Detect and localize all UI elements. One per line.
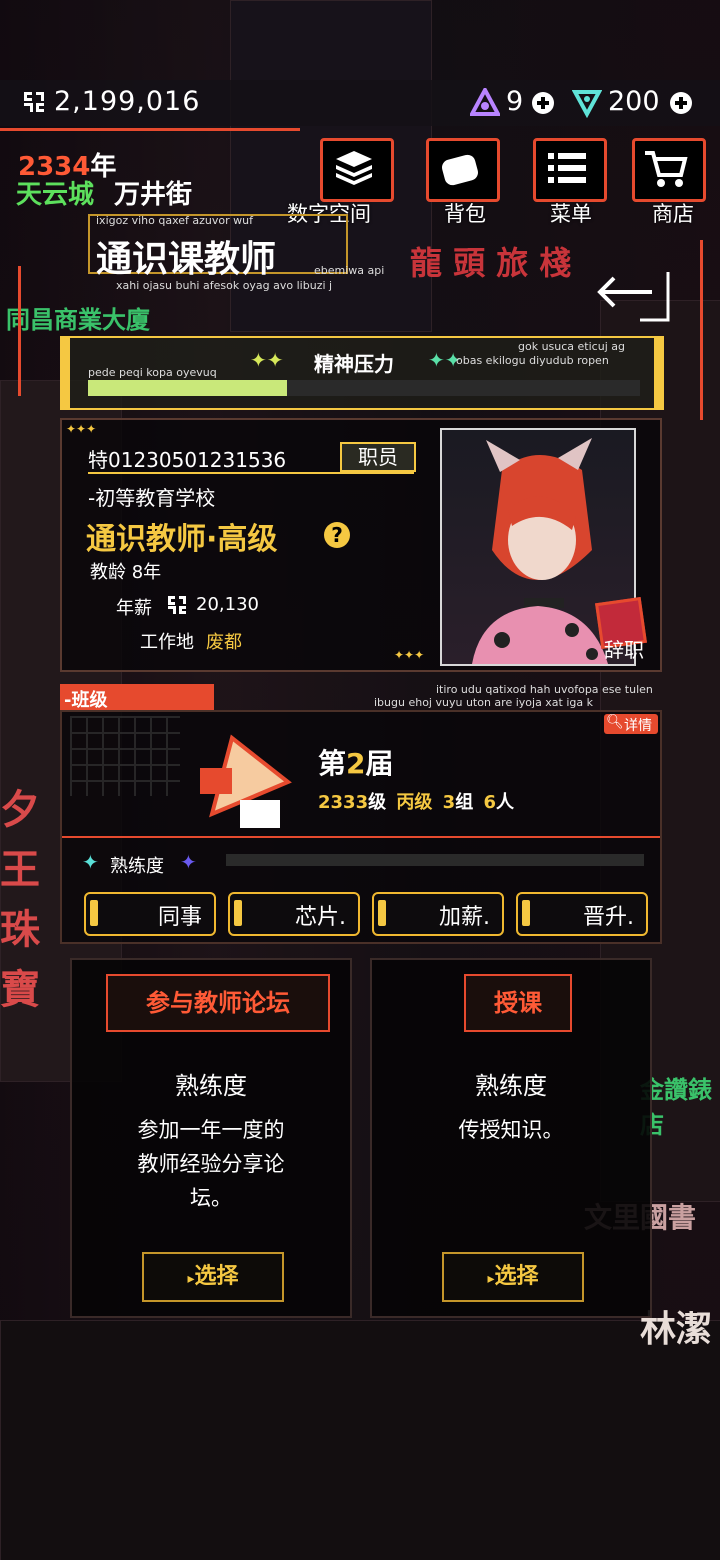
profile-star-icon: ✦✦✦ bbox=[66, 422, 97, 436]
gem-a-amount: 9 bbox=[506, 86, 524, 117]
add-gem-b-button[interactable] bbox=[670, 92, 692, 114]
digital-space-button[interactable] bbox=[320, 138, 394, 202]
teach-card-skill: 熟练度 bbox=[475, 1072, 547, 1100]
skill-bar bbox=[226, 854, 644, 866]
stress-label: 精神压力 bbox=[314, 352, 394, 376]
bag-label: 背包 bbox=[444, 202, 486, 226]
star-icon: ✦✦ bbox=[250, 348, 284, 372]
forum-select-button[interactable]: ▸选择 bbox=[142, 1252, 284, 1302]
promote-button[interactable]: 晋升. bbox=[516, 892, 648, 936]
frame-line-top bbox=[0, 128, 300, 131]
teach-select-button[interactable]: ▸选择 bbox=[442, 1252, 584, 1302]
profile-panel: ✦✦✦ 特01230501231536 职员 -初等教育学校 通识教师·高级 ?… bbox=[60, 418, 662, 672]
stress-caption-right-1: gok usuca eticuj ag bbox=[518, 340, 625, 353]
forum-card-title: 参与教师论坛 bbox=[106, 974, 330, 1032]
class-panel: 🔍︎ 详情 第2届 2333级 丙级 3组 6人 ✦ 熟练度 ✦ 同事 芯片. 加… bbox=[60, 710, 662, 944]
location-label: 工作地 bbox=[140, 632, 194, 653]
stress-bar-fill bbox=[88, 380, 287, 396]
gem-b-icon bbox=[571, 88, 603, 119]
skill-label: 熟练度 bbox=[110, 856, 164, 877]
job-title: 通识课教师 bbox=[96, 239, 277, 280]
employee-badge: 职员 bbox=[340, 442, 416, 472]
position-name: 通识教师·高级 bbox=[86, 522, 278, 557]
chip-button[interactable]: 芯片. bbox=[228, 892, 360, 936]
street-name: 万井街 bbox=[114, 180, 193, 210]
detail-button[interactable]: 🔍︎ 详情 bbox=[604, 714, 658, 734]
resign-label: 辞职 bbox=[604, 638, 644, 662]
teach-card: 授课 熟练度 传授知识。 ▸选择 bbox=[370, 958, 652, 1318]
job-title-small-bottom: xahi ojasu buhi afesok oyag avo libuzi j bbox=[116, 279, 333, 292]
resign-button[interactable]: 辞职 bbox=[590, 597, 660, 662]
forum-card: 参与教师论坛 熟练度 参加一年一度的 教师经验分享论 坛。 ▸选择 bbox=[70, 958, 352, 1318]
forum-card-desc-2: 教师经验分享论 bbox=[137, 1152, 285, 1176]
help-icon[interactable]: ? bbox=[324, 522, 350, 548]
menu-label: 菜单 bbox=[550, 202, 592, 226]
layers-icon bbox=[336, 151, 372, 185]
profile-id: 特01230501231536 bbox=[88, 448, 287, 472]
class-info: 2333级 丙级 3组 6人 bbox=[318, 792, 515, 813]
cart-icon bbox=[645, 151, 688, 187]
years-taught: 教龄 8年 bbox=[90, 562, 162, 583]
class-tab: -班级 bbox=[60, 684, 214, 711]
puzzle-icon bbox=[192, 728, 292, 828]
salary-label: 年薪 bbox=[116, 598, 152, 619]
forum-card-desc-1: 参加一年一度的 bbox=[137, 1118, 285, 1142]
profile-star-icon: ✦✦✦ bbox=[394, 648, 425, 662]
menu-button[interactable] bbox=[533, 138, 607, 202]
raise-button[interactable]: 加薪. bbox=[372, 892, 504, 936]
list-icon bbox=[548, 153, 586, 183]
money-amount: 2,199,016 bbox=[54, 86, 201, 117]
school-name: -初等教育学校 bbox=[88, 486, 216, 510]
frame-line-right bbox=[700, 240, 703, 420]
stress-caption-left: pede peqi kopa oyevuq bbox=[88, 366, 217, 379]
session-label: 第2届 bbox=[318, 747, 394, 780]
shop-label: 商店 bbox=[652, 202, 694, 226]
colleague-button[interactable]: 同事 bbox=[84, 892, 216, 936]
back-button[interactable] bbox=[590, 262, 672, 322]
stress-bar bbox=[88, 380, 640, 396]
back-arrow-icon bbox=[597, 272, 670, 322]
class-caption-1: itiro udu qatixod hah uvofopa ese tulen bbox=[436, 683, 653, 696]
teach-card-title: 授课 bbox=[464, 974, 572, 1032]
chevron-right-icon: ▸ bbox=[487, 1271, 495, 1287]
location-value: 废都 bbox=[206, 632, 242, 653]
shop-button[interactable] bbox=[632, 138, 706, 202]
sparkle-icon: ✦ bbox=[82, 850, 99, 874]
grid-pattern bbox=[70, 716, 180, 796]
add-gem-a-button[interactable] bbox=[532, 92, 554, 114]
frame-line-left bbox=[18, 266, 21, 396]
money-icon bbox=[22, 90, 46, 114]
bag-button[interactable] bbox=[426, 138, 500, 202]
money-icon bbox=[166, 594, 188, 616]
sparkle-icon: ✦ bbox=[180, 850, 197, 874]
chevron-right-icon: ▸ bbox=[187, 1271, 195, 1287]
city-name: 天云城 bbox=[16, 180, 95, 210]
forum-card-skill: 熟练度 bbox=[175, 1072, 247, 1100]
gem-a-icon bbox=[468, 85, 502, 118]
forum-card-desc-3: 坛。 bbox=[190, 1186, 232, 1210]
class-caption-2: ibugu ehoj vuyu uton are iyoja xat iga k bbox=[374, 696, 594, 709]
bag-icon bbox=[442, 154, 478, 186]
salary-value: 20,130 bbox=[196, 594, 259, 615]
teach-card-desc-1: 传授知识。 bbox=[458, 1118, 564, 1142]
stress-caption-right-2: obas ekilogu diyudub ropen bbox=[456, 354, 609, 367]
stress-panel: ✦✦ 精神压力 ✦✦ pede peqi kopa oyevuq gok usu… bbox=[60, 336, 664, 410]
job-title-small-right: ebemiwa api bbox=[314, 264, 385, 277]
gem-b-amount: 200 bbox=[608, 86, 660, 117]
